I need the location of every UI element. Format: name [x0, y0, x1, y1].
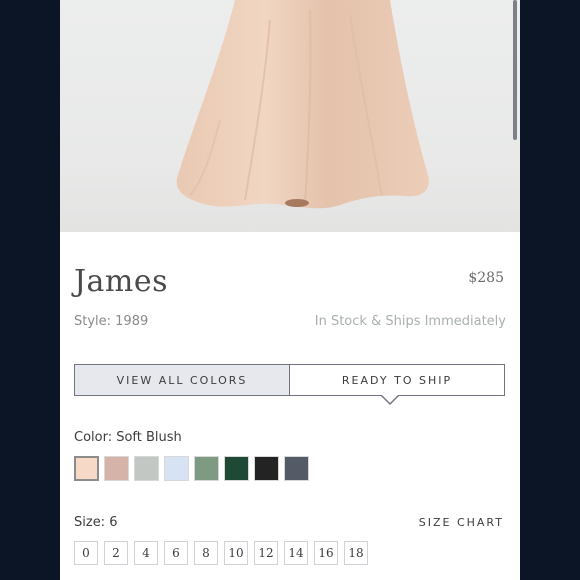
size-options: 0 2 4 6 8 10 12 14 16 18: [74, 541, 368, 565]
product-title: James: [74, 264, 169, 299]
size-option[interactable]: 0: [74, 541, 98, 565]
color-tabs: VIEW ALL COLORS READY TO SHIP: [74, 364, 505, 396]
color-swatch[interactable]: [164, 456, 189, 481]
size-label: Size: 6: [74, 515, 118, 530]
color-swatch[interactable]: [194, 456, 219, 481]
size-option[interactable]: 10: [224, 541, 248, 565]
scrollbar[interactable]: [513, 0, 517, 140]
dress-image: [176, 0, 429, 209]
tab-ready-to-ship[interactable]: READY TO SHIP: [290, 365, 504, 395]
color-swatches: [74, 456, 309, 481]
tab-view-all-colors[interactable]: VIEW ALL COLORS: [75, 365, 290, 395]
color-swatch[interactable]: [134, 456, 159, 481]
color-swatch[interactable]: [224, 456, 249, 481]
product-price: $285: [468, 270, 504, 286]
size-option[interactable]: 12: [254, 541, 278, 565]
size-option[interactable]: 18: [344, 541, 368, 565]
size-option[interactable]: 4: [134, 541, 158, 565]
size-option[interactable]: 16: [314, 541, 338, 565]
color-label: Color: Soft Blush: [74, 430, 182, 445]
size-option[interactable]: 8: [194, 541, 218, 565]
size-option[interactable]: 14: [284, 541, 308, 565]
style-number: Style: 1989: [74, 314, 149, 329]
color-swatch[interactable]: [284, 456, 309, 481]
size-option[interactable]: 6: [164, 541, 188, 565]
product-photo: [60, 0, 520, 232]
color-swatch[interactable]: [74, 456, 99, 481]
size-chart-link[interactable]: SIZE CHART: [419, 516, 504, 529]
color-swatch[interactable]: [254, 456, 279, 481]
stock-status: In Stock & Ships Immediately: [314, 314, 506, 329]
size-option[interactable]: 2: [104, 541, 128, 565]
product-page: James $285 Style: 1989 In Stock & Ships …: [60, 0, 520, 580]
color-swatch[interactable]: [104, 456, 129, 481]
